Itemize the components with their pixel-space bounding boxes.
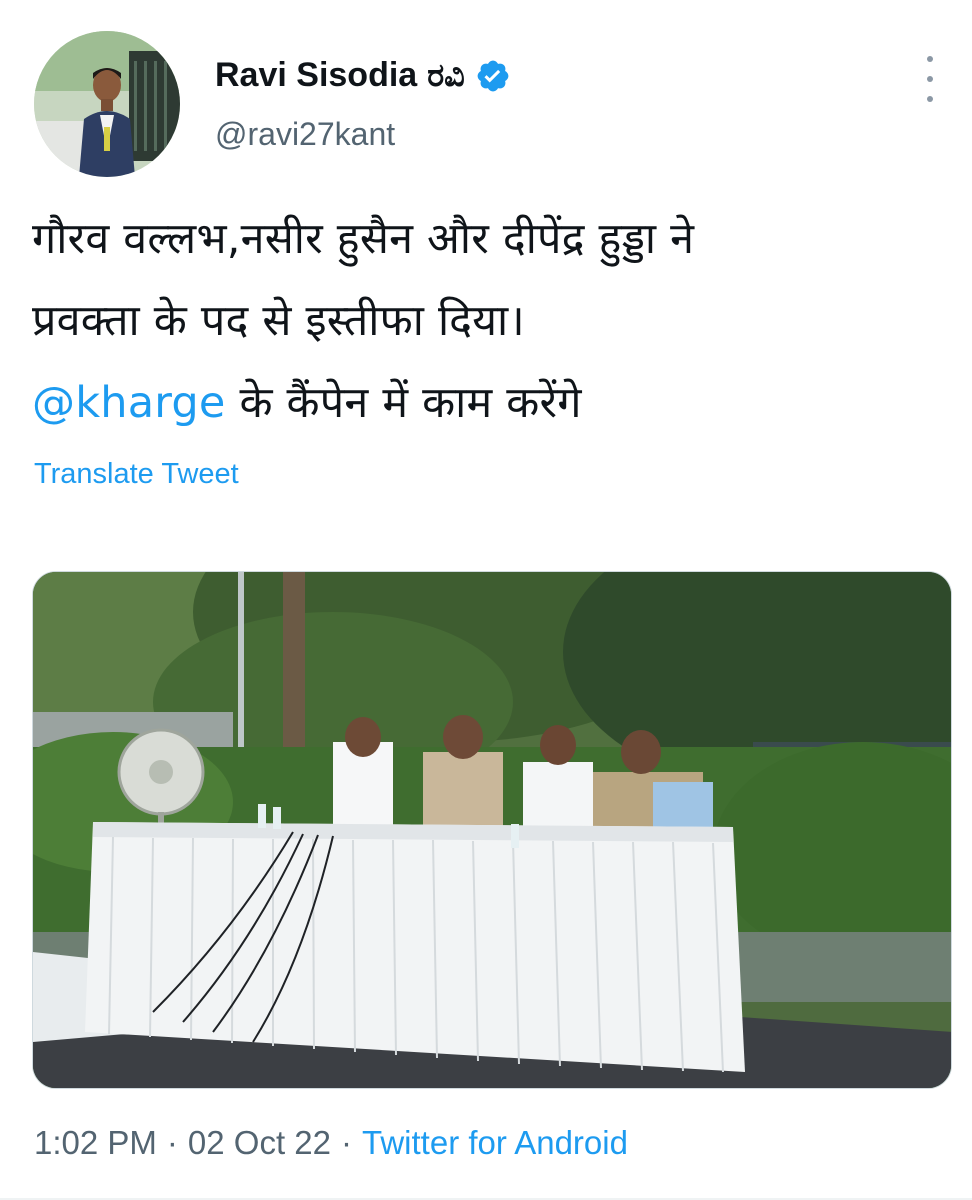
meta-separator: ·: [341, 1124, 352, 1161]
tweet-source-link[interactable]: Twitter for Android: [362, 1124, 628, 1162]
more-options-icon[interactable]: [917, 56, 943, 102]
author-name-row[interactable]: Ravi Sisodia ರವಿ: [215, 56, 511, 95]
tweet-meta: 1:02 PM · 02 Oct 22 · Twitter for Androi…: [34, 1124, 628, 1162]
tweet-line-1: गौरव वल्लभ,नसीर हुसैन और दीपेंद्र हुड्डा…: [32, 214, 695, 264]
meta-separator: ·: [166, 1124, 178, 1161]
tweet-line-3-text: के कैंपेन में काम करेंगे: [225, 378, 582, 428]
tweet-text: गौरव वल्लभ,नसीर हुसैन और दीपेंद्र हुड्डा…: [32, 198, 952, 444]
tweet-line-3: @kharge के कैंपेन में काम करेंगे: [32, 362, 952, 444]
tweet-date[interactable]: 02 Oct 22: [188, 1124, 331, 1162]
display-name[interactable]: Ravi Sisodia: [215, 56, 417, 95]
tweet-time[interactable]: 1:02 PM: [34, 1124, 157, 1162]
avatar[interactable]: [34, 31, 180, 177]
display-name-suffix: ರವಿ: [427, 56, 465, 94]
mention-link[interactable]: @kharge: [32, 378, 226, 428]
tweet-line-2: प्रवक्ता के पद से इस्तीफा दिया।: [32, 296, 525, 346]
author-handle[interactable]: @ravi27kant: [215, 116, 395, 153]
translate-tweet-link[interactable]: Translate Tweet: [34, 458, 239, 491]
verified-badge-icon: [477, 60, 509, 91]
tweet-photo[interactable]: [32, 571, 952, 1089]
